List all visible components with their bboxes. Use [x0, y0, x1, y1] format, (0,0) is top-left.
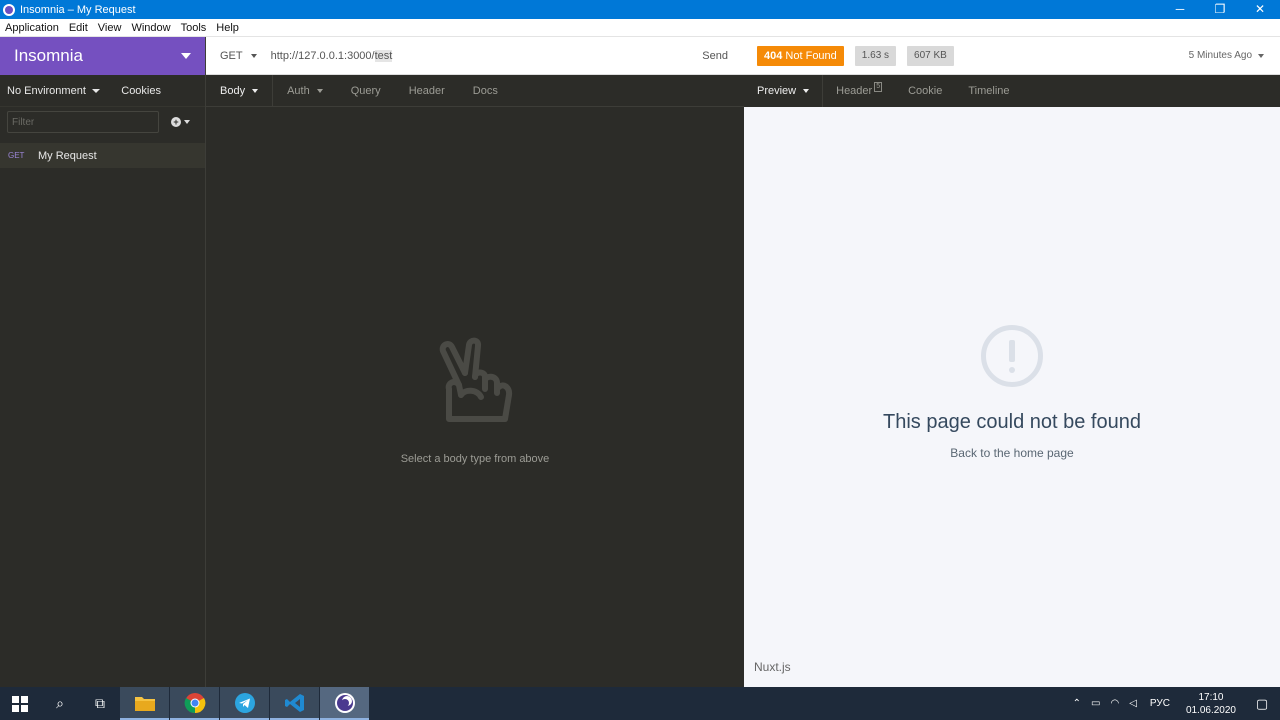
caret-down-icon [91, 88, 100, 93]
tab-response-header[interactable]: Header 5 [823, 75, 895, 107]
cookies-button[interactable]: Cookies [121, 85, 161, 97]
url-input[interactable]: http://127.0.0.1:3000/test [270, 49, 393, 62]
request-tabs: Body Auth Query Header Docs [206, 75, 744, 107]
tab-docs[interactable]: Docs [459, 75, 512, 106]
windows-logo-icon [12, 695, 28, 712]
send-button[interactable]: Send [702, 50, 728, 62]
clock-time: 17:10 [1198, 691, 1224, 703]
url-bar: GET http://127.0.0.1:3000/test Send [206, 37, 744, 75]
caret-down-icon [1258, 53, 1264, 58]
filter-row: + [0, 107, 205, 137]
status-code: 404 [764, 49, 783, 62]
method-label: GET [220, 49, 243, 62]
tab-auth[interactable]: Auth [273, 75, 337, 106]
sidebar-request-item[interactable]: GET My Request [0, 143, 205, 168]
file-explorer-icon[interactable] [120, 687, 169, 720]
environment-label: No Environment [7, 84, 86, 97]
tray-overflow-icon[interactable]: ⌃ [1073, 698, 1081, 709]
not-found-block: This page could not be found Back to the… [744, 325, 1280, 460]
response-status-bar: 404 Not Found 1.63 s 607 KB 5 Minutes Ag… [744, 37, 1280, 75]
chrome-icon[interactable] [170, 687, 219, 720]
start-button[interactable] [0, 687, 40, 720]
environment-dropdown[interactable]: No Environment [7, 85, 100, 97]
body-empty-state: Select a body type from above [206, 337, 744, 465]
tab-auth-label: Auth [287, 84, 310, 97]
environment-row: No Environment Cookies [0, 75, 205, 107]
workspace-dropdown[interactable]: Insomnia [0, 37, 205, 75]
window-title: Insomnia – My Request [20, 3, 136, 16]
tab-header[interactable]: Header [395, 75, 459, 106]
notification-icon[interactable]: ▢ [1244, 696, 1280, 712]
response-pane: 404 Not Found 1.63 s 607 KB 5 Minutes Ag… [744, 37, 1280, 687]
response-time-pill: 1.63 s [854, 45, 897, 66]
vscode-icon[interactable] [270, 687, 319, 720]
insomnia-taskbar-icon[interactable] [320, 687, 369, 720]
caret-down-icon [181, 53, 191, 59]
caret-down-icon [184, 120, 190, 124]
caret-down-icon [252, 88, 259, 93]
method-dropdown[interactable]: GET [220, 50, 257, 62]
input-language[interactable]: РУС [1150, 698, 1170, 709]
time-ago-label: 5 Minutes Ago [1188, 50, 1252, 61]
clock-date: 01.06.2020 [1185, 704, 1236, 716]
menu-window[interactable]: Window [126, 22, 175, 34]
caret-down-icon [803, 89, 810, 93]
caret-down-icon [316, 88, 323, 93]
system-clock[interactable]: 17:10 01.06.2020 [1186, 691, 1236, 717]
caret-down-icon [250, 53, 257, 58]
response-tabs: Preview Header 5 Cookie Timeline [744, 75, 1280, 107]
tab-preview-label: Preview [757, 85, 797, 97]
battery-icon[interactable]: ▭ [1091, 698, 1100, 709]
wifi-icon[interactable]: ◠ [1110, 698, 1119, 709]
request-name: My Request [38, 149, 97, 162]
request-pane: GET http://127.0.0.1:3000/test Send Body… [206, 37, 744, 687]
history-dropdown[interactable]: 5 Minutes Ago [1189, 50, 1264, 61]
status-badge: 404 Not Found [757, 45, 844, 66]
tab-body[interactable]: Body [206, 75, 274, 106]
home-page-link[interactable]: Back to the home page [744, 446, 1280, 460]
tab-cookie[interactable]: Cookie [895, 75, 955, 107]
sidebar: Insomnia No Environment Cookies + GET My… [0, 37, 206, 687]
url-base: http://127.0.0.1:3000/ [270, 49, 375, 62]
close-button[interactable]: ✕ [1240, 0, 1280, 19]
restore-button[interactable]: ❐ [1200, 0, 1240, 19]
exclamation-circle-icon [981, 325, 1043, 387]
tab-timeline[interactable]: Timeline [955, 75, 1022, 107]
search-icon[interactable]: ⌕ [40, 687, 80, 720]
response-size-pill: 607 KB [907, 45, 954, 66]
minimize-button[interactable]: ─ [1160, 0, 1200, 19]
peace-hand-icon [439, 337, 513, 422]
workspace-name: Insomnia [14, 46, 83, 65]
plus-circle-icon: + [171, 117, 181, 127]
menu-edit[interactable]: Edit [64, 22, 93, 34]
tab-body-label: Body [220, 84, 246, 97]
not-found-title: This page could not be found [883, 411, 1141, 433]
add-request-button[interactable]: + [171, 117, 190, 127]
header-count-badge: 5 [874, 82, 883, 92]
body-empty-hint: Select a body type from above [400, 453, 550, 465]
request-method-tag: GET [8, 151, 25, 160]
volume-icon[interactable]: ◁ [1129, 698, 1137, 709]
filter-input[interactable] [7, 111, 159, 133]
menu-application[interactable]: Application [0, 22, 64, 34]
system-tray: ⌃ ▭ ◠ ◁ РУС 17:10 01.06.2020 ▢ [1068, 691, 1280, 717]
tab-response-header-label: Header [836, 85, 873, 97]
status-text: Not Found [785, 49, 837, 62]
task-view-icon[interactable]: ⧉ [80, 687, 120, 720]
url-path-selected: test [374, 49, 393, 62]
menu-bar: Application Edit View Window Tools Help [0, 19, 1280, 37]
menu-help[interactable]: Help [211, 22, 244, 34]
response-preview: This page could not be found Back to the… [744, 107, 1280, 687]
menu-tools[interactable]: Tools [176, 22, 212, 34]
tab-query[interactable]: Query [337, 75, 395, 106]
telegram-icon[interactable] [220, 687, 269, 720]
insomnia-app-icon [3, 3, 15, 16]
window-titlebar: Insomnia – My Request ─ ❐ ✕ [0, 0, 1280, 19]
tab-preview[interactable]: Preview [744, 75, 824, 107]
windows-taskbar: ⌕ ⧉ ⌃ ▭ ◠ ◁ РУС 17:10 01.06.2020 ▢ [0, 687, 1280, 720]
menu-view[interactable]: View [93, 22, 127, 34]
window-controls: ─ ❐ ✕ [1160, 0, 1280, 19]
nuxt-footer: Nuxt.js [754, 660, 791, 674]
